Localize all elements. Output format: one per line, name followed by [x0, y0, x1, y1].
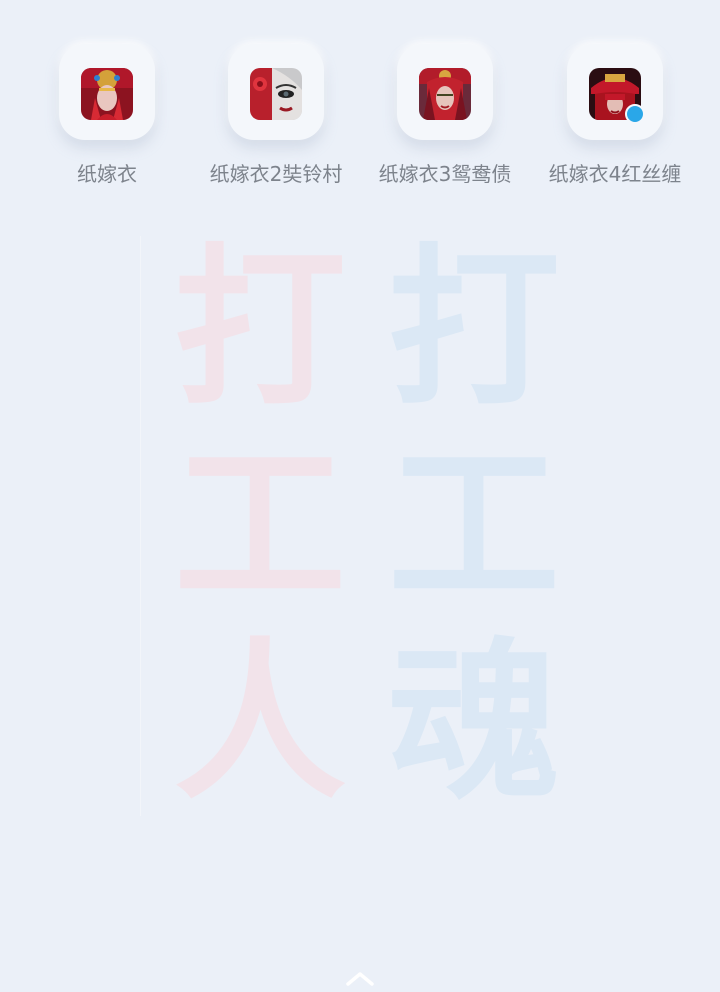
chevron-up-icon[interactable]: [344, 968, 376, 988]
paper-bride-4-icon[interactable]: [589, 68, 645, 124]
wallpaper-char: 打: [388, 228, 560, 429]
app-label: 纸嫁衣2奘铃村: [209, 162, 343, 186]
wallpaper-text: 打 工 人 打 工 魂: [140, 236, 580, 816]
wallpaper-char: 魂: [388, 622, 560, 823]
app-paper-bride-1[interactable]: 纸嫁衣: [22, 44, 192, 194]
wallpaper-left-column: 打 工 人: [160, 236, 360, 816]
app-paper-bride-3[interactable]: 纸嫁衣3鸳鸯债: [360, 44, 530, 194]
paper-bride-2-icon[interactable]: [250, 68, 302, 120]
wallpaper-right-column: 打 工 魂: [374, 236, 574, 816]
app-label: 纸嫁衣: [77, 162, 137, 186]
app-label: 纸嫁衣4红丝缠: [548, 162, 682, 186]
paper-bride-3-icon[interactable]: [419, 68, 471, 120]
app-row: 纸嫁衣 纸嫁衣2奘铃村 纸嫁衣3鸳鸯债 纸嫁衣4红丝缠: [0, 44, 720, 194]
wallpaper-char: 工: [388, 425, 560, 626]
notification-badge-icon: [625, 104, 645, 124]
paper-bride-1-icon[interactable]: [81, 68, 133, 120]
app-paper-bride-2[interactable]: 纸嫁衣2奘铃村: [191, 44, 361, 194]
wallpaper-char: 工: [174, 425, 346, 626]
app-paper-bride-4[interactable]: 纸嫁衣4红丝缠: [530, 44, 700, 194]
app-label: 纸嫁衣3鸳鸯债: [378, 162, 512, 186]
wallpaper-char: 打: [174, 228, 346, 429]
home-screen: 打 工 人 打 工 魂 纸嫁衣 纸嫁衣2奘铃村 纸嫁衣3鸳鸯债 纸嫁衣4红丝缠: [0, 0, 720, 987]
wallpaper-char: 人: [174, 622, 346, 823]
